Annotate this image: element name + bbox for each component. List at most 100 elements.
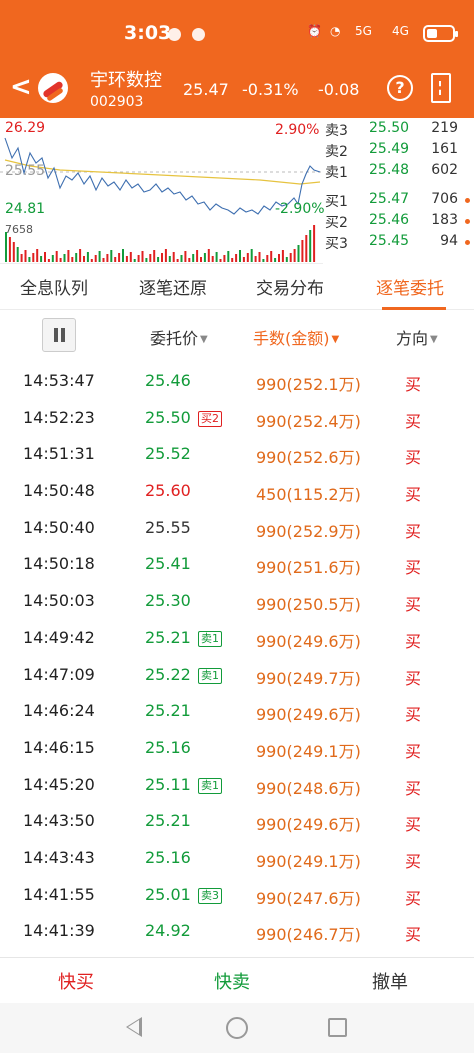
trade-row: 14:46:24 25.21 990(249.6万) 买 (0, 693, 474, 730)
volume-bar (153, 250, 156, 262)
trade-direction: 买 (405, 815, 422, 835)
trade-amount: 450(115.2万) (256, 485, 361, 505)
volume-bar (102, 258, 105, 262)
tab-tick-restore[interactable]: 逐笔还原 (139, 274, 207, 299)
trade-amount: 990(249.1万) (256, 741, 361, 761)
trade-direction: 买 (405, 595, 422, 615)
trade-direction: 买 (405, 375, 422, 394)
volume-bar (32, 253, 35, 262)
tab-tick-orders[interactable]: 逐笔委托 (376, 274, 444, 299)
battery-icon (423, 25, 458, 42)
trade-amount: 990(249.6万) (256, 631, 361, 651)
volume-bar (83, 256, 85, 262)
volume-bar (63, 254, 66, 262)
tab-distribution[interactable]: 交易分布 (256, 274, 324, 299)
order-book-volume: 183 (431, 212, 458, 228)
notification-icon (192, 28, 205, 41)
trade-amount: 990(250.5万) (256, 595, 361, 615)
help-icon[interactable]: ? (387, 75, 413, 101)
trade-direction: 买 (405, 741, 422, 761)
nav-recents-icon[interactable] (328, 1018, 347, 1037)
trade-direction: 买 (405, 485, 422, 505)
cancel-order-button[interactable]: 撤单 (372, 968, 408, 994)
volume-bar (172, 252, 175, 262)
volume-bar (133, 259, 136, 262)
order-book-dot (465, 198, 470, 203)
volume-bar (184, 251, 187, 262)
volume-bar (55, 251, 58, 262)
order-book-price: 25.49 (369, 141, 410, 157)
volume-bar (239, 250, 241, 262)
volume-bar (110, 250, 113, 262)
volume-bar (278, 254, 280, 262)
trade-time: 14:50:40 (23, 517, 95, 537)
volume-bar (5, 232, 7, 262)
volume-bar (51, 255, 54, 262)
chart-volume-max: 7658 (5, 223, 33, 236)
volume-bar (219, 259, 222, 262)
trade-list[interactable]: 14:53:47 25.46 990(252.1万) 买 14:52:23 25.50 买2… (0, 363, 474, 950)
order-book-row: 卖3 25.50 219 (325, 120, 474, 141)
volume-bar (94, 255, 97, 262)
trade-time: 14:46:15 (23, 737, 95, 757)
volume-bar (274, 258, 277, 262)
system-nav-bar (0, 1003, 474, 1053)
switch-view-icon[interactable] (431, 73, 451, 103)
chart-high: 26.29 (5, 120, 46, 136)
trade-direction: 买 (405, 888, 422, 908)
nav-back-icon[interactable] (126, 1017, 142, 1037)
back-icon[interactable]: < (10, 72, 32, 102)
trade-row: 14:46:15 25.16 990(249.1万) 买 (0, 730, 474, 767)
col-direction[interactable]: 方向 ▼ (396, 325, 438, 349)
trade-time: 14:53:47 (23, 371, 95, 390)
tab-bar: 全息队列 逐笔还原 交易分布 逐笔委托 (0, 264, 474, 310)
volume-bar (145, 258, 148, 262)
volume-bar (242, 257, 245, 262)
pause-icon[interactable] (42, 318, 76, 352)
signal-4g-label: 4G (392, 24, 409, 38)
tab-queue[interactable]: 全息队列 (20, 274, 88, 299)
order-book-price: 25.46 (369, 212, 410, 228)
intraday-chart[interactable]: 26.29 25.55 24.81 2.90% -2.90% 7658 (0, 118, 325, 264)
trade-price: 24.92 (145, 921, 191, 941)
trade-direction: 买 (405, 631, 422, 651)
trade-price: 25.21 (145, 627, 191, 647)
volume-bar (235, 254, 238, 262)
trade-row: 14:43:50 25.21 990(249.6万) 买 (0, 803, 474, 840)
col-amount[interactable]: 手数(金额) ▼ (253, 325, 339, 349)
trade-row: 14:47:09 25.22 卖1 990(249.7万) 买 (0, 657, 474, 694)
volume-bar (98, 251, 101, 262)
app-header: 3:03 ⏰ ◔ 5G 4G < 宇环数控 002903 25.47 -0.31… (0, 0, 474, 118)
volume-bar (40, 256, 43, 262)
stock-topbar: < 宇环数控 002903 25.47 -0.31% -0.08 ? (0, 62, 474, 118)
chart-prev-close: 25.55 (5, 163, 46, 179)
volume-bar (297, 245, 300, 262)
volume-bar (114, 257, 117, 262)
order-book-price: 25.50 (369, 120, 410, 136)
status-time: 3:03 (124, 22, 172, 44)
sort-caret-icon: ▼ (430, 334, 438, 345)
volume-bar (168, 256, 171, 262)
volume-bar (118, 253, 121, 262)
trade-amount: 990(252.4万) (256, 411, 361, 431)
notification-icon (168, 28, 181, 41)
trade-amount: 990(249.6万) (256, 705, 361, 725)
trade-price: 25.41 (145, 554, 191, 574)
trade-price: 25.21 (145, 701, 191, 721)
order-book-label: 买3 (325, 236, 348, 252)
action-bar: 快买 快卖 撤单 (0, 957, 474, 1003)
volume-bar (231, 258, 234, 262)
col-price[interactable]: 委托价 ▼ (150, 325, 208, 349)
trade-amount: 990(249.6万) (256, 815, 361, 835)
volume-bar (200, 257, 202, 262)
trade-row: 14:45:20 25.11 卖1 990(248.6万) 买 (0, 767, 474, 804)
quick-sell-button[interactable]: 快卖 (214, 968, 250, 994)
volume-bar (149, 254, 152, 262)
chart-high-pct: 2.90% (275, 122, 320, 138)
trade-direction: 买 (405, 925, 422, 945)
order-book-volume: 706 (431, 191, 458, 207)
trade-direction: 买 (405, 705, 422, 725)
trade-row: 14:52:23 25.50 买2 990(252.4万) 买 (0, 400, 474, 437)
quick-buy-button[interactable]: 快买 (58, 968, 94, 994)
nav-home-icon[interactable] (226, 1017, 248, 1039)
